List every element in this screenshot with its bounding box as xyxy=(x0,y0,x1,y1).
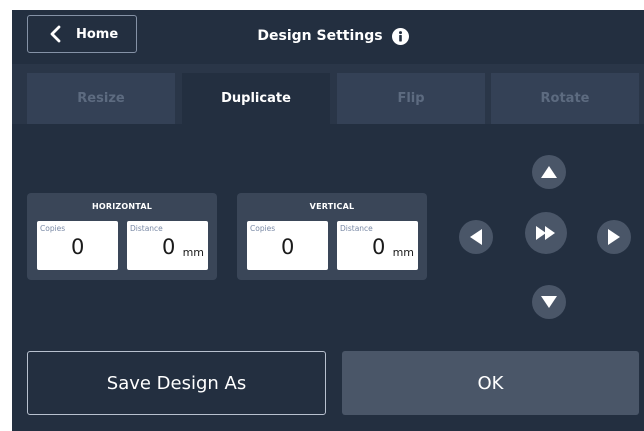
ok-button[interactable]: OK xyxy=(342,351,639,415)
tab-rotate[interactable]: Rotate xyxy=(491,73,639,124)
triangle-right-icon xyxy=(608,229,620,245)
move-up-button[interactable] xyxy=(532,155,566,189)
fast-forward-icon xyxy=(536,226,555,240)
save-button-label: Save Design As xyxy=(106,372,247,394)
vertical-distance-field[interactable]: Distance 0 mm xyxy=(337,221,418,270)
page-title: Design Settings xyxy=(257,28,383,44)
field-label: Distance xyxy=(130,224,163,233)
field-label: Distance xyxy=(340,224,373,233)
horizontal-distance-field[interactable]: Distance 0 mm xyxy=(127,221,208,270)
horizontal-copies-field[interactable]: Copies 0 xyxy=(37,221,118,270)
field-value: 0 xyxy=(162,235,176,259)
triangle-up-icon xyxy=(541,166,557,178)
tab-label: Rotate xyxy=(540,91,590,106)
move-down-button[interactable] xyxy=(532,285,566,319)
tab-resize[interactable]: Resize xyxy=(27,73,175,124)
info-icon[interactable] xyxy=(391,27,409,45)
center-move-button[interactable] xyxy=(525,212,567,254)
field-label: Copies xyxy=(40,224,66,233)
tab-label: Duplicate xyxy=(221,91,291,106)
move-right-button[interactable] xyxy=(597,220,631,254)
tab-label: Resize xyxy=(77,91,125,106)
tab-flip[interactable]: Flip xyxy=(337,73,485,124)
triangle-left-icon xyxy=(470,229,482,245)
vertical-panel: VERTICAL Copies 0 Distance 0 mm xyxy=(237,193,427,280)
field-value: 0 xyxy=(372,235,386,259)
field-value: 0 xyxy=(281,235,295,259)
tab-label: Flip xyxy=(397,91,425,106)
home-button[interactable]: Home xyxy=(27,15,137,53)
vertical-copies-field[interactable]: Copies 0 xyxy=(247,221,328,270)
ok-button-label: OK xyxy=(477,372,504,394)
tab-bar: Resize Duplicate Flip Rotate xyxy=(12,64,644,124)
chevron-left-icon xyxy=(46,24,66,44)
tab-duplicate[interactable]: Duplicate xyxy=(182,73,330,124)
triangle-down-icon xyxy=(541,296,557,308)
horizontal-title: HORIZONTAL xyxy=(91,202,153,211)
field-label: Copies xyxy=(250,224,276,233)
design-settings-screen: Design Settings Home Resize Duplicate Fl… xyxy=(12,10,644,431)
vertical-title: VERTICAL xyxy=(309,202,355,211)
field-value: 0 xyxy=(71,235,85,259)
home-button-label: Home xyxy=(76,26,119,42)
field-unit: mm xyxy=(182,246,204,259)
save-design-as-button[interactable]: Save Design As xyxy=(27,351,326,415)
horizontal-panel: HORIZONTAL Copies 0 Distance 0 mm xyxy=(27,193,217,280)
move-left-button[interactable] xyxy=(459,220,493,254)
field-unit: mm xyxy=(392,246,414,259)
